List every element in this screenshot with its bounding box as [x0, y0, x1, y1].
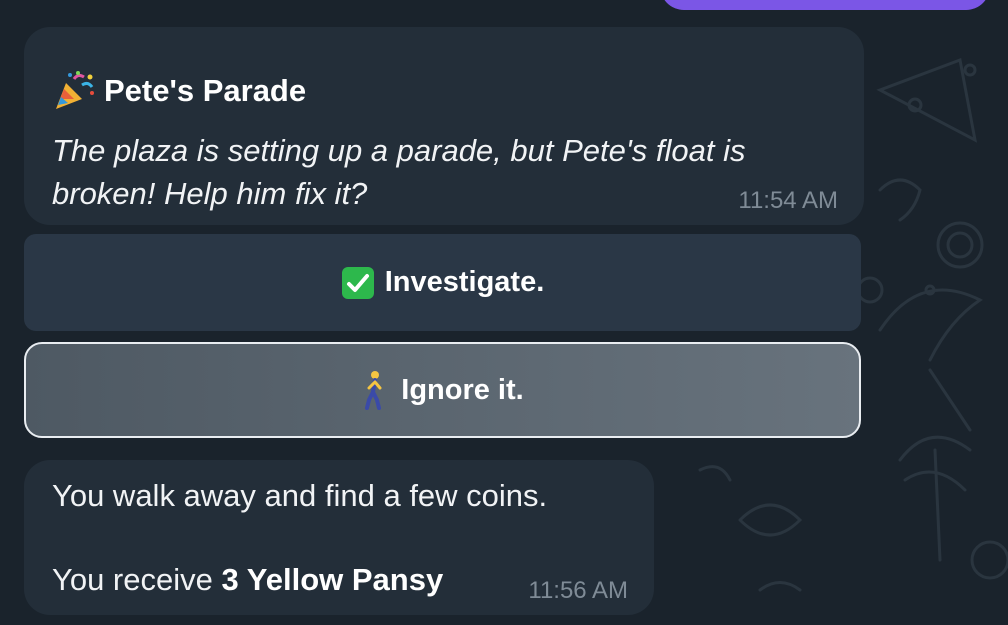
reward-text: You receive 3 Yellow Pansy — [52, 562, 443, 598]
outgoing-message-bubble-edge — [660, 0, 990, 10]
choice-label: Ignore it. — [401, 373, 524, 406]
check-mark-icon — [341, 266, 374, 299]
message-title-row: Pete's Parade — [52, 69, 306, 113]
message-bubble-story: Pete's Parade The plaza is setting up a … — [24, 27, 864, 225]
result-text: You walk away and find a few coins. — [52, 478, 548, 513]
walking-person-icon — [365, 371, 382, 410]
message-timestamp: 11:54 AM — [738, 187, 838, 214]
reward-prefix: You receive — [52, 562, 222, 597]
message-timestamp: 11:56 AM — [528, 577, 628, 604]
choice-button-investigate[interactable]: Investigate. — [24, 234, 861, 331]
choice-label: Investigate. — [384, 266, 545, 298]
reward-item: 3 Yellow Pansy — [221, 562, 444, 597]
message-title: Pete's Parade — [104, 73, 307, 108]
choice-button-ignore[interactable]: Ignore it. — [24, 342, 861, 438]
message-bubble-result: You walk away and find a few coins. You … — [24, 460, 654, 615]
party-popper-icon — [56, 71, 94, 109]
message-story-text: The plaza is setting up a parade, but Pe… — [52, 133, 746, 211]
